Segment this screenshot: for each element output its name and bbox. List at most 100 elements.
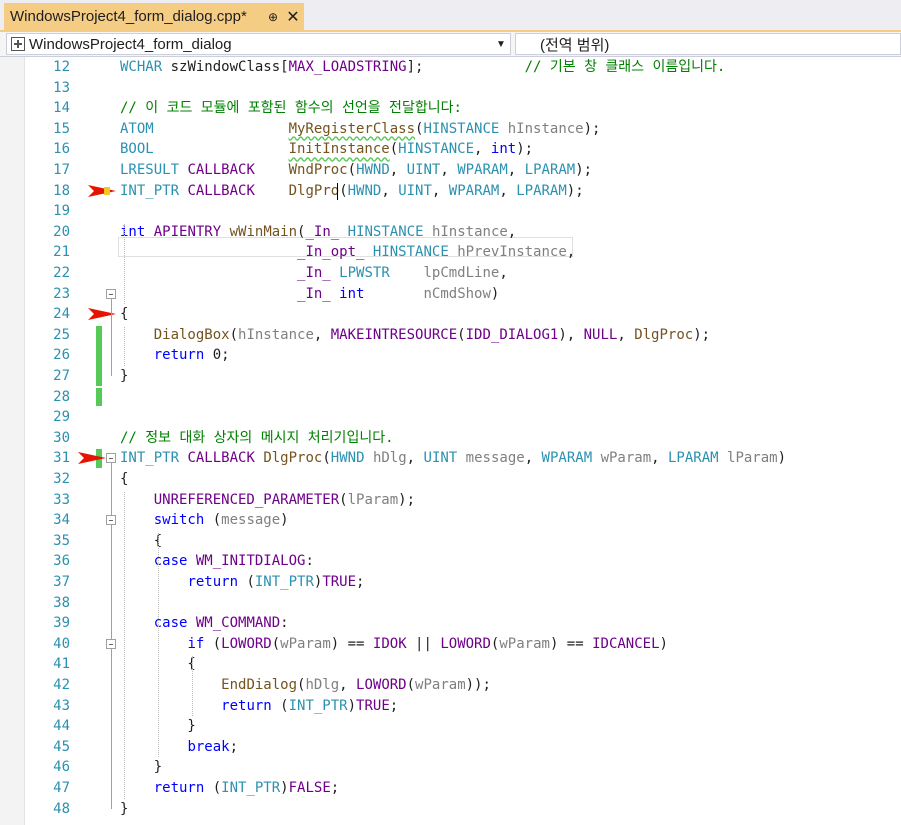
code-line[interactable]: 42 EndDialog(hDlg, LOWORD(wParam));: [0, 675, 901, 696]
collapse-outline-button[interactable]: [106, 515, 116, 526]
close-icon[interactable]: ✕: [282, 7, 304, 27]
collapse-outline-button[interactable]: [106, 288, 116, 299]
code-token: WM_COMMAND: [195, 615, 281, 632]
code-line[interactable]: 47 return (INT_PTR)FALSE;: [0, 778, 901, 799]
scope-dropdown[interactable]: (전역 범위): [515, 33, 901, 55]
code-line[interactable]: 17 LRESULT CALLBACK WndProc(HWND, UINT, W…: [0, 160, 901, 181]
pin-icon[interactable]: ⊕: [264, 10, 282, 24]
code-line[interactable]: 13: [0, 78, 901, 99]
code-token: (: [322, 450, 331, 467]
code-token: // 정보 대화 상자의 메시지 처리기입니다.: [120, 429, 394, 446]
line-number: 20: [53, 223, 70, 240]
code-token: (: [457, 326, 466, 343]
line-number: 21: [53, 244, 70, 261]
code-token: return: [187, 574, 239, 590]
code-line[interactable]: 27}: [0, 366, 901, 387]
code-token: (: [271, 635, 281, 652]
code-line[interactable]: 19: [0, 201, 901, 222]
outline-guide: [111, 525, 112, 624]
line-number: 18: [53, 182, 70, 199]
line-number: 24: [53, 306, 70, 323]
code-line[interactable]: 38: [0, 593, 901, 614]
code-token: HINSTANCE: [372, 244, 449, 261]
line-number: 13: [53, 79, 70, 96]
code-token: HINSTANCE: [398, 141, 475, 158]
code-token: DlgPro: [288, 182, 340, 199]
code-line[interactable]: 41 {: [0, 654, 901, 675]
code-line[interactable]: 46 }: [0, 757, 901, 778]
code-line[interactable]: 48}: [0, 799, 901, 820]
code-line[interactable]: 20 int APIENTRY wWinMain(_In_ HINSTANCE h…: [0, 222, 901, 243]
code-token: _In_: [305, 223, 340, 240]
code-line[interactable]: 14 // 이 코드 모듈에 포함된 함수의 선언을 전달합니다:: [0, 98, 901, 119]
code-token: IDOK: [372, 635, 407, 652]
code-line[interactable]: 32 {: [0, 469, 901, 490]
code-token: // 기본 창 클래스 이름입니다.: [524, 59, 726, 75]
code-token: (: [339, 491, 348, 508]
project-dropdown[interactable]: WindowsProject4_form_dialog ▼: [6, 33, 511, 55]
code-line[interactable]: 18 INT_PTR CALLBACK DlgPro(HWND, UINT, WP…: [0, 181, 901, 202]
code-token: :: [280, 615, 289, 632]
code-line[interactable]: 15 ATOM MyRegisterClass(HINSTANCE hInstan…: [0, 119, 901, 140]
code-line[interactable]: 22 _In_ LPWSTR lpCmdLine,: [0, 263, 901, 284]
code-line[interactable]: 37 return (INT_PTR)TRUE;: [0, 572, 901, 593]
code-line[interactable]: 36 case WM_INITDIALOG:: [0, 551, 901, 572]
code-line[interactable]: 25 DialogBox(hInstance, MAKEINTRESOURCE(…: [0, 325, 901, 346]
code-token: {: [120, 532, 163, 549]
project-dropdown-label: WindowsProject4_form_dialog: [29, 35, 232, 53]
code-line[interactable]: 23 _In_ int nCmdShow): [0, 284, 901, 305]
code-text: UNREFERENCED_PARAMETER(lParam);: [120, 490, 415, 510]
collapse-outline-button[interactable]: [106, 638, 116, 649]
code-line[interactable]: 29: [0, 407, 901, 428]
code-token: int: [339, 285, 365, 302]
code-line[interactable]: 12 WCHAR szWindowClass[MAX_LOADSTRING]; /…: [0, 57, 901, 78]
code-line[interactable]: 39 case WM_COMMAND:: [0, 613, 901, 634]
code-text: INT_PTR CALLBACK DlgProc(HWND hDlg, UINT…: [120, 448, 786, 468]
code-token: lParam: [347, 491, 399, 508]
outline-guide: [111, 648, 112, 727]
code-line[interactable]: 26 return 0;: [0, 345, 901, 366]
code-line[interactable]: 33 UNREFERENCED_PARAMETER(lParam);: [0, 490, 901, 511]
chevron-down-icon[interactable]: ▼: [492, 39, 510, 50]
tab-document[interactable]: WindowsProject4_form_dialog.cpp* ⊕ ✕: [4, 3, 304, 30]
code-line[interactable]: 21 _In_opt_ HINSTANCE hPrevInstance,: [0, 242, 901, 263]
code-text: // 정보 대화 상자의 메시지 처리기입니다.: [120, 428, 394, 448]
code-token: return: [221, 697, 272, 714]
code-token: HWND: [347, 182, 382, 199]
code-token: UNREFERENCED_PARAMETER: [153, 491, 340, 508]
code-token: ): [347, 697, 357, 714]
code-line[interactable]: 31 INT_PTR CALLBACK DlgProc(HWND hDlg, UI…: [0, 448, 901, 469]
code-line[interactable]: 34 switch (message): [0, 510, 901, 531]
code-line[interactable]: 35 {: [0, 531, 901, 552]
code-text: case WM_INITDIALOG:: [120, 551, 314, 571]
code-line[interactable]: 43 return (INT_PTR)TRUE;: [0, 696, 901, 717]
code-token: :: [305, 553, 314, 570]
code-text: {: [120, 469, 128, 489]
code-token: INT_PTR: [120, 450, 180, 467]
code-token: EndDialog: [221, 677, 298, 693]
code-editor[interactable]: 12 WCHAR szWindowClass[MAX_LOADSTRING]; /…: [0, 57, 901, 825]
code-line[interactable]: 16 BOOL InitInstance(HINSTANCE, int);: [0, 139, 901, 160]
indent-guide: [124, 223, 125, 305]
collapse-outline-button[interactable]: [106, 453, 116, 464]
code-text: case WM_COMMAND:: [120, 613, 289, 633]
code-token: }: [120, 759, 163, 776]
code-line[interactable]: 40 if (LOWORD(wParam) == IDOK || LOWORD(…: [0, 634, 901, 655]
code-line[interactable]: 24{: [0, 304, 901, 325]
code-token: wParam: [280, 635, 331, 652]
code-token: ),: [558, 326, 584, 343]
code-line[interactable]: 30 // 정보 대화 상자의 메시지 처리기입니다.: [0, 428, 901, 449]
code-token: (: [389, 141, 399, 158]
code-line[interactable]: 45 break;: [0, 737, 901, 758]
code-line[interactable]: 44 }: [0, 716, 901, 737]
code-token: ,: [313, 326, 331, 343]
code-line[interactable]: 28: [0, 387, 901, 408]
code-token: ,: [406, 450, 424, 467]
